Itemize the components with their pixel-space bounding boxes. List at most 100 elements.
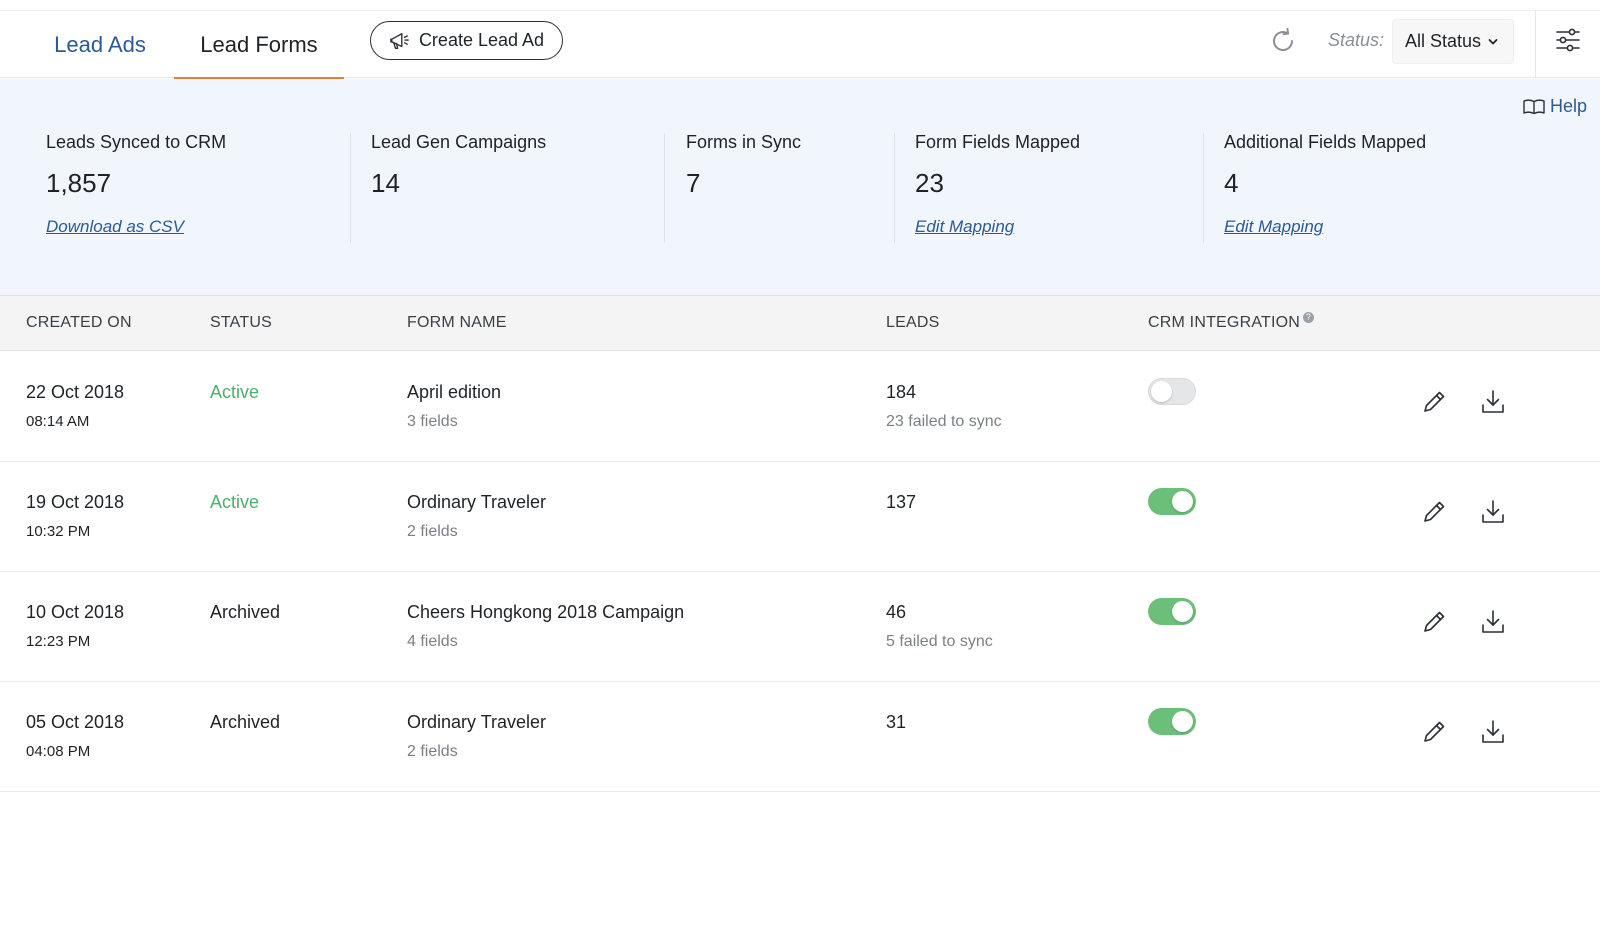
table-header: CREATED ON STATUS FORM NAME LEADS CRM IN… [0,296,1600,351]
status-badge: Active [210,382,260,402]
crm-integration-toggle[interactable] [1148,598,1196,625]
topbar-divider [1535,11,1536,78]
created-time: 12:23 PM [26,633,91,650]
download-icon[interactable] [1479,718,1507,746]
form-field-count: 3 fields [407,413,458,430]
status-badge: Active [210,492,260,512]
create-lead-ad-button[interactable]: Create Lead Ad [370,21,563,60]
form-field-count: 2 fields [407,743,458,760]
megaphone-icon [390,32,409,49]
column-header-leads[interactable]: LEADS [886,314,939,332]
help-question-icon[interactable]: ? [1303,312,1315,323]
status-badge: Archived [210,712,281,732]
filter-sliders-icon[interactable] [1554,25,1582,55]
stat-divider [664,133,665,243]
leads-cell: 31 [886,712,906,733]
lead-count: 137 [886,492,917,512]
form-name-cell: Cheers Hongkong 2018 Campaign 4 fields [407,602,684,651]
column-header-form-name[interactable]: FORM NAME [407,314,507,332]
created-date: 22 Oct 2018 [26,382,125,402]
created-date: 19 Oct 2018 [26,492,125,512]
form-name[interactable]: Ordinary Traveler [407,492,546,513]
stat-divider [350,133,351,243]
stat-label: Form Fields Mapped [915,132,1081,152]
stat-value: 1,857 [46,168,112,198]
stat-form-fields-mapped: Form Fields Mapped 23 Edit Mapping [915,132,1080,237]
form-name[interactable]: Cheers Hongkong 2018 Campaign [407,602,684,623]
table-row: 22 Oct 2018 08:14 AM Active April editio… [0,352,1600,462]
created-time: 04:08 PM [26,743,91,760]
created-on-cell: 05 Oct 2018 04:08 PM [26,712,124,760]
status-select[interactable]: All Status [1392,19,1514,64]
stat-value: 14 [371,168,400,198]
toggle-knob [1172,491,1193,512]
stat-label: Lead Gen Campaigns [371,132,547,152]
created-on-cell: 22 Oct 2018 08:14 AM [26,382,124,430]
help-label: Help [1550,96,1588,116]
form-name-cell: April edition 3 fields [407,382,501,431]
stat-value: 7 [686,168,701,198]
stat-label: Leads Synced to CRM [46,132,227,152]
stat-label: Forms in Sync [686,132,802,152]
refresh-icon[interactable] [1268,26,1298,56]
stat-leads-synced: Leads Synced to CRM 1,857 Download as CS… [46,132,226,237]
column-header-label: CRM INTEGRATION [1148,314,1301,331]
form-name-cell: Ordinary Traveler 2 fields [407,492,546,541]
status-filter-label: Status: [1328,30,1385,50]
stat-value: 4 [1224,168,1239,198]
created-time: 10:32 PM [26,523,91,540]
created-on-cell: 19 Oct 2018 10:32 PM [26,492,124,540]
stat-label: Additional Fields Mapped [1224,132,1427,152]
stat-divider [894,133,895,243]
edit-mapping-link[interactable]: Edit Mapping [915,217,1014,237]
toggle-knob [1151,381,1172,402]
table-row: 05 Oct 2018 04:08 PM Archived Ordinary T… [0,682,1600,792]
lead-count: 46 [886,602,907,622]
pencil-icon[interactable] [1420,718,1448,746]
lead-count: 31 [886,712,907,732]
stat-lead-gen-campaigns: Lead Gen Campaigns 14 [371,132,546,199]
column-header-created-on[interactable]: CREATED ON [26,314,132,332]
status-select-value: All Status [1405,31,1482,51]
form-name[interactable]: Ordinary Traveler [407,712,546,733]
download-icon[interactable] [1479,388,1507,416]
column-header-crm-integration: CRM INTEGRATION? [1148,312,1315,332]
created-date: 05 Oct 2018 [26,712,125,732]
toggle-knob [1172,711,1193,732]
toggle-knob [1172,601,1193,622]
tab-lead-ads[interactable]: Lead Ads [40,11,160,78]
crm-integration-toggle[interactable] [1148,488,1196,515]
edit-mapping-link[interactable]: Edit Mapping [1224,217,1323,237]
stat-divider [1203,133,1204,243]
download-icon[interactable] [1479,608,1507,636]
table-row: 19 Oct 2018 10:32 PM Active Ordinary Tra… [0,462,1600,572]
chevron-down-icon [1488,39,1498,45]
pencil-icon[interactable] [1420,498,1448,526]
summary-panel: Help Leads Synced to CRM 1,857 Download … [0,79,1600,296]
stat-forms-in-sync: Forms in Sync 7 [686,132,801,199]
lead-count: 184 [886,382,917,402]
sync-failure-note: 5 failed to sync [886,633,993,650]
download-csv-link[interactable]: Download as CSV [46,217,184,237]
table-row: 10 Oct 2018 12:23 PM Archived Cheers Hon… [0,572,1600,682]
crm-integration-toggle[interactable] [1148,378,1196,405]
tab-lead-forms[interactable]: Lead Forms [174,11,344,79]
stat-additional-fields-mapped: Additional Fields Mapped 4 Edit Mapping [1224,132,1426,237]
created-on-cell: 10 Oct 2018 12:23 PM [26,602,124,650]
column-header-status[interactable]: STATUS [210,314,272,332]
pencil-icon[interactable] [1420,388,1448,416]
book-icon [1523,98,1545,114]
top-bar: Lead Ads Lead Forms Create Lead Ad Statu… [0,10,1600,79]
form-name[interactable]: April edition [407,382,501,403]
stat-value: 23 [915,168,944,198]
crm-integration-toggle[interactable] [1148,708,1196,735]
form-field-count: 2 fields [407,523,458,540]
leads-cell: 137 [886,492,916,513]
form-name-cell: Ordinary Traveler 2 fields [407,712,546,761]
download-icon[interactable] [1479,498,1507,526]
created-time: 08:14 AM [26,413,90,430]
help-link[interactable]: Help [1522,96,1587,117]
leads-cell: 184 23 failed to sync [886,382,1002,431]
pencil-icon[interactable] [1420,608,1448,636]
created-date: 10 Oct 2018 [26,602,125,622]
